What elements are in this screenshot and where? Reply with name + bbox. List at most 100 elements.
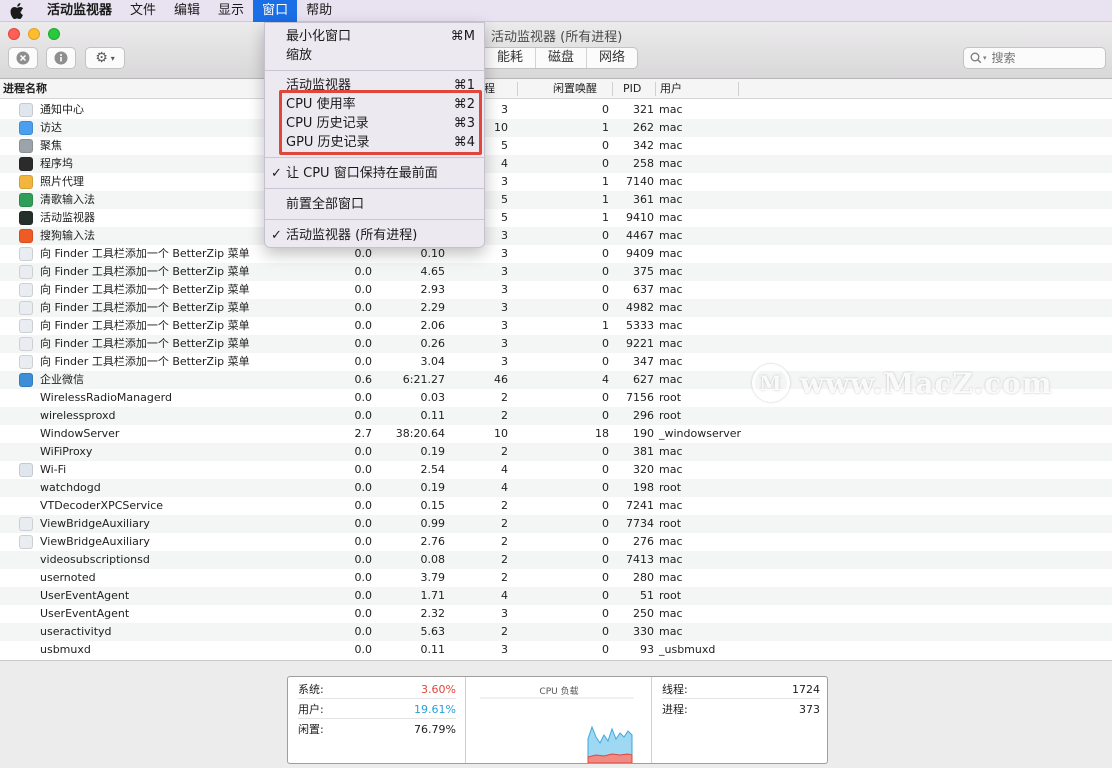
process-name: UserEventAgent (40, 607, 130, 620)
pid: 7140 (626, 175, 654, 188)
table-row[interactable]: 向 Finder 工具栏添加一个 BetterZip 菜单 0.0 2.29 3 0 49… (0, 299, 1112, 317)
menu-edit[interactable]: 编辑 (165, 0, 209, 22)
table-row[interactable]: 向 Finder 工具栏添加一个 BetterZip 菜单 0.0 0.26 3 0 92… (0, 335, 1112, 353)
menu-item-keep-cpu-window-on-top[interactable]: ✓ 让 CPU 窗口保持在最前面 (265, 164, 484, 183)
table-row[interactable]: VTDecoderXPCService 0.0 0.15 2 0 7241 mac (0, 497, 1112, 515)
column-pid[interactable]: PID (623, 79, 641, 99)
actions-menu-button[interactable]: ⚙ ▾ (85, 47, 125, 69)
cpu-load-graph (480, 697, 634, 763)
zoom-window-button[interactable] (48, 28, 60, 40)
table-row[interactable]: useractivityd 0.0 5.63 2 0 330 mac (0, 623, 1112, 641)
table-row[interactable]: videosubscriptionsd 0.0 0.08 2 0 7413 mac (0, 551, 1112, 569)
user: root (659, 391, 682, 404)
table-row[interactable]: 照片代理 3 1 7140 mac (0, 173, 1112, 191)
table-row[interactable]: UserEventAgent 0.0 1.71 4 0 51 root (0, 587, 1112, 605)
table-row[interactable]: 清歌输入法 5 1 361 mac (0, 191, 1112, 209)
menu-item-zoom[interactable]: 缩放 (265, 46, 484, 65)
pid: 342 (633, 139, 654, 152)
close-window-button[interactable] (8, 28, 20, 40)
table-row[interactable]: 向 Finder 工具栏添加一个 BetterZip 菜单 0.0 2.06 3 1 53… (0, 317, 1112, 335)
menu-view[interactable]: 显示 (209, 0, 253, 22)
generic-app-icon (19, 283, 33, 297)
cpu-load-section: CPU 负载 (466, 677, 652, 763)
stat-threads: 线程: 1724 (662, 681, 820, 699)
table-row[interactable]: ViewBridgeAuxiliary 0.0 2.76 2 0 276 mac (0, 533, 1112, 551)
pid: 375 (633, 265, 654, 278)
pid: 4467 (626, 229, 654, 242)
table-row[interactable]: WiFiProxy 0.0 0.19 2 0 381 mac (0, 443, 1112, 461)
process-name: usbmuxd (40, 643, 91, 656)
search-field[interactable]: ▾ (963, 47, 1106, 69)
table-row[interactable]: 通知中心 3 0 321 mac (0, 101, 1112, 119)
process-name: VTDecoderXPCService (40, 499, 164, 512)
search-input[interactable] (991, 51, 1102, 65)
idle-wakeups: 1 (602, 121, 609, 134)
cpu-percent: 0.0 (354, 445, 373, 458)
idle-wakeups: 1 (602, 193, 609, 206)
idle-wakeups: 0 (602, 265, 609, 278)
column-divider (612, 82, 613, 96)
table-row[interactable]: 向 Finder 工具栏添加一个 BetterZip 菜单 0.0 4.65 3 0 37… (0, 263, 1112, 281)
user: _windowserver (659, 427, 742, 440)
user: mac (659, 625, 683, 638)
menu-item-minimize[interactable]: 最小化窗口 ⌘M (265, 27, 484, 46)
table-row[interactable]: 搜狗输入法 3 0 4467 mac (0, 227, 1112, 245)
idle-wakeups: 0 (602, 571, 609, 584)
thread-count: 2 (501, 535, 508, 548)
menu-file[interactable]: 文件 (121, 0, 165, 22)
cpu-time: 2.06 (420, 319, 446, 332)
stat-value: 373 (799, 703, 820, 716)
table-row[interactable]: ViewBridgeAuxiliary 0.0 0.99 2 0 7734 root (0, 515, 1112, 533)
menu-window[interactable]: 窗口 (253, 0, 298, 22)
table-row[interactable]: watchdogd 0.0 0.19 4 0 198 root (0, 479, 1112, 497)
cpu-percent: 0.0 (354, 481, 373, 494)
cpu-percent: 0.0 (354, 283, 373, 296)
column-user[interactable]: 用户 (660, 79, 682, 99)
table-row[interactable]: WindowServer 2.7 38:20.64 10 18 190 _windowser… (0, 425, 1112, 443)
menu-app-name[interactable]: 活动监视器 (38, 0, 121, 22)
column-divider (517, 82, 518, 96)
thread-count: 3 (501, 247, 508, 260)
table-row[interactable]: 访达 10 1 262 mac (0, 119, 1112, 137)
column-divider (655, 82, 656, 96)
table-row[interactable]: usernoted 0.0 3.79 2 0 280 mac (0, 569, 1112, 587)
dock-icon (19, 157, 33, 171)
cpu-time: 0.11 (420, 409, 446, 422)
thread-count: 3 (501, 301, 508, 314)
tab-disk[interactable]: 磁盘 (535, 48, 586, 68)
menu-separator (265, 188, 484, 189)
menu-help[interactable]: 帮助 (297, 0, 341, 22)
table-row[interactable]: usbmuxd 0.0 0.11 3 0 93 _usbmuxd (0, 641, 1112, 659)
column-idle-wakeups[interactable]: 闲置唤醒 (553, 79, 597, 99)
wecom-icon (19, 373, 33, 387)
menu-item-bring-all-to-front[interactable]: 前置全部窗口 (265, 195, 484, 214)
table-row[interactable]: 程序坞 4 0 258 mac (0, 155, 1112, 173)
pid: 5333 (626, 319, 654, 332)
table-row[interactable]: Wi-Fi 0.0 2.54 4 0 320 mac (0, 461, 1112, 479)
cpu-time: 5.63 (420, 625, 446, 638)
minimize-window-button[interactable] (28, 28, 40, 40)
pid: 627 (633, 373, 654, 386)
menu-item-label: 缩放 (286, 48, 313, 63)
table-row[interactable]: 聚焦 5 0 342 mac (0, 137, 1112, 155)
tab-energy[interactable]: 能耗 (485, 48, 535, 68)
inspect-process-button[interactable] (46, 47, 76, 69)
table-row[interactable]: 活动监视器 5 1 9410 mac (0, 209, 1112, 227)
stat-user: 用户: 19.61% (298, 701, 456, 719)
wifi-app-icon (19, 463, 33, 477)
spotlight-icon (19, 139, 33, 153)
table-row[interactable]: wirelessproxd 0.0 0.11 2 0 296 root (0, 407, 1112, 425)
column-threads[interactable]: 程 (484, 79, 495, 99)
column-process-name[interactable]: 进程名称 (3, 79, 47, 99)
user: root (659, 409, 682, 422)
stop-process-button[interactable] (8, 47, 38, 69)
table-row[interactable]: UserEventAgent 0.0 2.32 3 0 250 mac (0, 605, 1112, 623)
process-name: UserEventAgent (40, 589, 130, 602)
table-row[interactable]: 向 Finder 工具栏添加一个 BetterZip 菜单 0.0 2.93 3 0 63… (0, 281, 1112, 299)
tab-network[interactable]: 网络 (586, 48, 637, 68)
thread-count: 2 (501, 625, 508, 638)
table-row[interactable]: 向 Finder 工具栏添加一个 BetterZip 菜单 0.0 0.10 3 0 94… (0, 245, 1112, 263)
apple-menu-icon[interactable] (9, 2, 25, 19)
menu-item-all-processes[interactable]: ✓ 活动监视器 (所有进程) (265, 226, 484, 245)
idle-wakeups: 0 (602, 103, 609, 116)
